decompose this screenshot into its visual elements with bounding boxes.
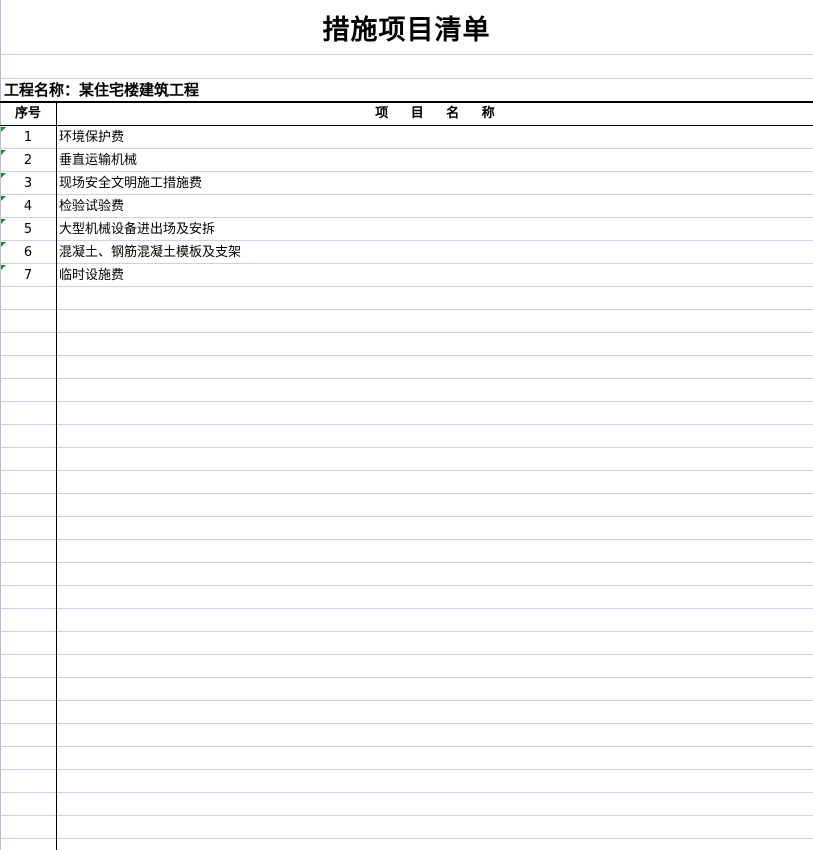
table-row[interactable]: 1 环境保护费 xyxy=(0,126,813,149)
gridline xyxy=(0,54,813,55)
project-name-line: 工程名称：某住宅楼建筑工程 xyxy=(4,80,199,101)
gridline xyxy=(0,493,813,494)
gridline xyxy=(0,309,813,310)
table-row[interactable]: 7 临时设施费 xyxy=(0,264,813,287)
row-item-name[interactable]: 检验试验费 xyxy=(59,195,124,218)
row-seq[interactable]: 7 xyxy=(0,264,56,287)
table-row[interactable]: 3 现场安全文明施工措施费 xyxy=(0,172,813,195)
row-seq[interactable]: 5 xyxy=(0,218,56,241)
gridline xyxy=(0,746,813,747)
gridline xyxy=(0,585,813,586)
row-seq[interactable]: 1 xyxy=(0,126,56,149)
gridline xyxy=(0,654,813,655)
page-title: 措施项目清单 xyxy=(322,14,491,46)
row-seq[interactable]: 2 xyxy=(0,149,56,172)
column-header-name: 项 目 名 称 xyxy=(375,106,495,121)
gridline xyxy=(0,769,813,770)
table-row[interactable]: 2 垂直运输机械 xyxy=(0,149,813,172)
project-label: 工程名称： xyxy=(4,81,80,99)
project-name: 某住宅楼建筑工程 xyxy=(79,81,200,99)
row-seq[interactable]: 4 xyxy=(0,195,56,218)
gridline xyxy=(0,608,813,609)
gridline xyxy=(0,378,813,379)
gridline xyxy=(0,677,813,678)
gridline xyxy=(0,332,813,333)
row-item-name[interactable]: 混凝土、钢筋混凝土模板及支架 xyxy=(59,241,241,264)
gridline xyxy=(0,838,813,839)
gridline xyxy=(0,815,813,816)
gridline xyxy=(0,355,813,356)
column-header-seq: 序号 xyxy=(14,106,41,121)
gridline xyxy=(0,792,813,793)
row-seq[interactable]: 3 xyxy=(0,172,56,195)
gridline xyxy=(0,723,813,724)
row-item-name[interactable]: 垂直运输机械 xyxy=(59,149,137,172)
row-item-name[interactable]: 环境保护费 xyxy=(59,126,124,149)
gridline xyxy=(0,562,813,563)
table-row[interactable]: 4 检验试验费 xyxy=(0,195,813,218)
gridline xyxy=(0,447,813,448)
gridline xyxy=(0,78,813,79)
spreadsheet-sheet: 措施项目清单 工程名称：某住宅楼建筑工程 序号 项 目 名 称 1 环境保护费 2 垂… xyxy=(0,0,813,850)
gridline xyxy=(0,424,813,425)
gridline xyxy=(0,539,813,540)
row-item-name[interactable]: 大型机械设备进出场及安拆 xyxy=(59,218,215,241)
gridline xyxy=(0,470,813,471)
row-seq[interactable]: 6 xyxy=(0,241,56,264)
row-item-name[interactable]: 现场安全文明施工措施费 xyxy=(59,172,202,195)
table-row[interactable]: 6 混凝土、钢筋混凝土模板及支架 xyxy=(0,241,813,264)
table-row[interactable]: 5 大型机械设备进出场及安拆 xyxy=(0,218,813,241)
gridline xyxy=(0,631,813,632)
gridline xyxy=(0,516,813,517)
column-divider xyxy=(56,103,57,850)
gridline xyxy=(0,401,813,402)
gridline xyxy=(0,700,813,701)
row-item-name[interactable]: 临时设施费 xyxy=(59,264,124,287)
